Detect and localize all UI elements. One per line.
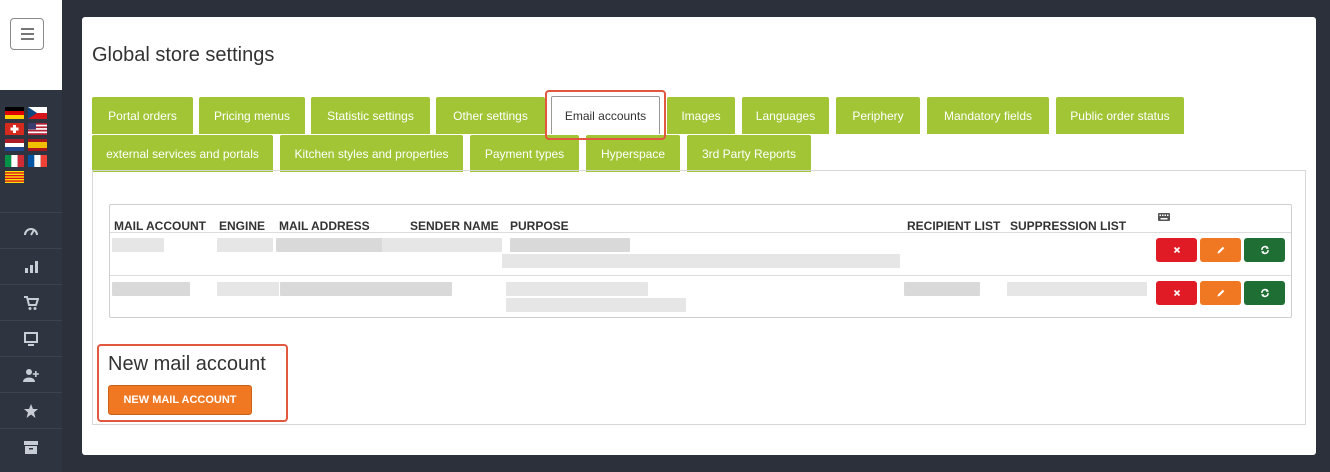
- mail-accounts-table: MAIL ACCOUNT ENGINE MAIL ADDRESS SENDER …: [109, 204, 1292, 318]
- column-header: RECIPIENT LIST: [907, 219, 1001, 233]
- delete-icon: [1173, 289, 1180, 297]
- sync-icon: [1260, 288, 1269, 298]
- redacted-cell: [1007, 282, 1147, 296]
- tab-kitchen-styles[interactable]: Kitchen styles and properties: [280, 135, 463, 172]
- tab-pricing-menus[interactable]: Pricing menus: [199, 97, 305, 134]
- sync-button[interactable]: [1244, 238, 1285, 262]
- delete-button[interactable]: [1156, 238, 1197, 262]
- sidebar-item-users[interactable]: [0, 356, 62, 392]
- flag-spain-icon[interactable]: [28, 139, 47, 151]
- tab-3rd-party-reports[interactable]: 3rd Party Reports: [687, 135, 811, 172]
- monitor-icon: [24, 331, 38, 346]
- menu-icon: [20, 33, 34, 35]
- flag-catalonia-icon[interactable]: [5, 171, 24, 183]
- redacted-cell: [112, 282, 190, 296]
- flag-netherlands-icon[interactable]: [5, 139, 24, 151]
- tab-hyperspace[interactable]: Hyperspace: [586, 135, 680, 172]
- redacted-cell: [217, 282, 279, 296]
- redacted-cell: [382, 238, 502, 252]
- tab-external-services[interactable]: external services and portals: [92, 135, 273, 172]
- column-header: ENGINE: [219, 219, 266, 233]
- sidebar-item-statistics[interactable]: [0, 248, 62, 284]
- tab-public-order-status[interactable]: Public order status: [1056, 97, 1184, 134]
- column-header: MAIL ACCOUNT: [114, 219, 206, 233]
- redacted-cell: [217, 238, 273, 252]
- new-mail-account-button[interactable]: NEW MAIL ACCOUNT: [108, 385, 252, 415]
- redacted-cell: [510, 238, 630, 252]
- redacted-cell: [506, 298, 686, 312]
- star-icon: [24, 403, 38, 418]
- delete-icon: [1173, 246, 1180, 254]
- cart-icon: [24, 295, 39, 310]
- tab-languages[interactable]: Languages: [742, 97, 829, 134]
- edit-button[interactable]: [1200, 281, 1241, 305]
- column-header: SUPPRESSION LIST: [1010, 219, 1127, 233]
- add-user-icon: [23, 368, 39, 382]
- statistics-icon: [25, 260, 38, 273]
- hamburger-menu-button[interactable]: [10, 18, 44, 50]
- column-header: SENDER NAME: [410, 219, 499, 233]
- redacted-cell: [506, 282, 648, 296]
- new-account-heading: New mail account: [108, 353, 266, 375]
- flag-czech-icon[interactable]: [28, 107, 47, 119]
- flag-italy-icon[interactable]: [5, 155, 24, 167]
- column-header: PURPOSE: [510, 219, 569, 233]
- sync-icon: [1260, 245, 1269, 255]
- redacted-cell: [904, 282, 980, 296]
- column-header: MAIL ADDRESS: [279, 219, 370, 233]
- tab-periphery[interactable]: Periphery: [836, 97, 920, 134]
- archive-icon: [24, 440, 38, 454]
- sidebar-item-dashboard[interactable]: [0, 212, 62, 248]
- delete-button[interactable]: [1156, 281, 1197, 305]
- tab-portal-orders[interactable]: Portal orders: [92, 97, 193, 134]
- edit-icon: [1217, 246, 1224, 254]
- menu-icon: [20, 38, 34, 40]
- sidebar-item-archive[interactable]: [0, 428, 62, 464]
- sidebar-item-terminal[interactable]: [0, 320, 62, 356]
- edit-button[interactable]: [1200, 238, 1241, 262]
- redacted-cell: [280, 282, 452, 296]
- tab-other-settings[interactable]: Other settings: [436, 97, 545, 134]
- keyboard-icon: [1158, 213, 1170, 221]
- redacted-cell: [502, 254, 900, 268]
- sidebar-item-favorites[interactable]: [0, 392, 62, 428]
- settings-panel: Global store settings Portal orders Pric…: [82, 17, 1316, 455]
- page-title: Global store settings: [92, 44, 275, 66]
- edit-icon: [1217, 289, 1224, 297]
- flag-germany-icon[interactable]: [5, 107, 24, 119]
- tab-payment-types[interactable]: Payment types: [470, 135, 579, 172]
- divider: [110, 275, 1291, 276]
- highlight-frame: [545, 90, 666, 140]
- dashboard-icon: [24, 227, 38, 236]
- sync-button[interactable]: [1244, 281, 1285, 305]
- tab-statistic-settings[interactable]: Statistic settings: [311, 97, 430, 134]
- language-flags: [5, 107, 53, 187]
- flag-switzerland-icon[interactable]: [5, 123, 24, 135]
- divider: [110, 232, 1291, 233]
- sidebar-item-orders[interactable]: [0, 284, 62, 320]
- menu-icon: [20, 28, 34, 30]
- tab-images[interactable]: Images: [667, 97, 735, 134]
- tab-mandatory-fields[interactable]: Mandatory fields: [927, 97, 1049, 134]
- redacted-cell: [112, 238, 164, 252]
- flag-usa-icon[interactable]: [28, 123, 47, 135]
- flag-france-icon[interactable]: [28, 155, 47, 167]
- sidebar: [0, 0, 62, 472]
- sidebar-header: [0, 0, 62, 90]
